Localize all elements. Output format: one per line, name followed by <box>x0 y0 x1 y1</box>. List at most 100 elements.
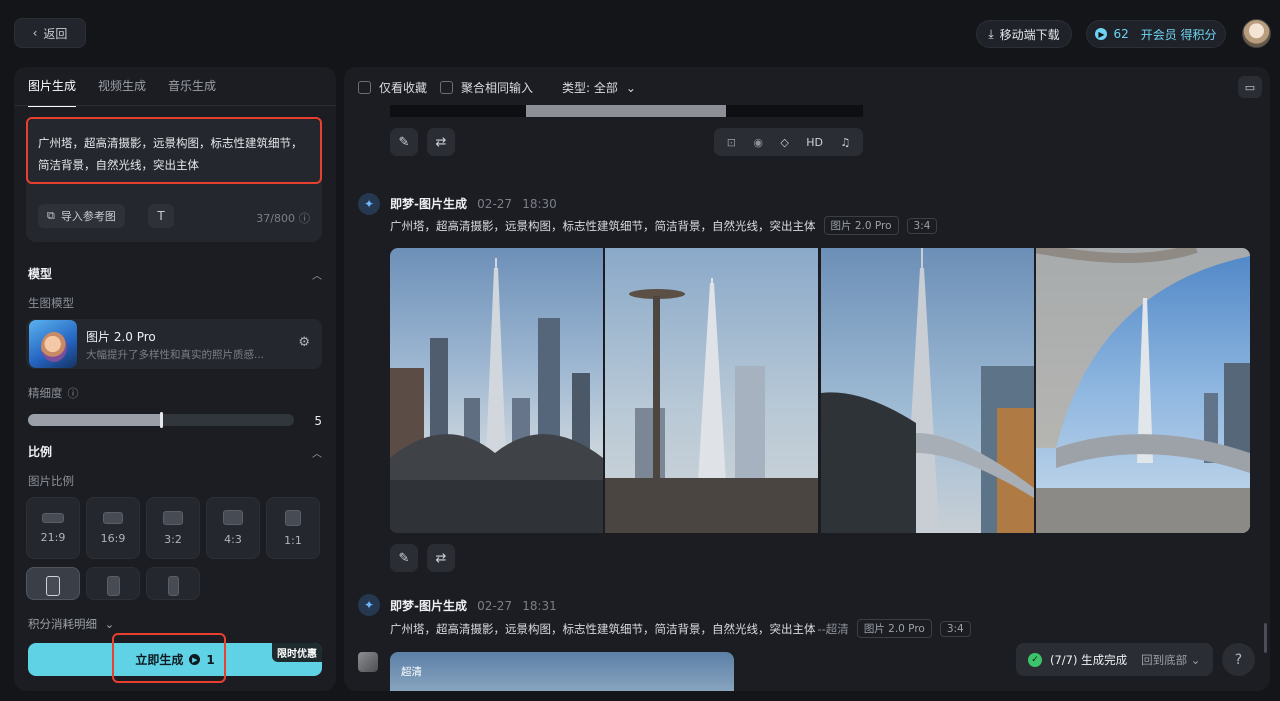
back-label: 返回 <box>43 26 68 41</box>
import-reference-label: 导入参考图 <box>60 210 116 223</box>
entry-header: 即梦-图片生成 02-27 18:30 <box>390 195 557 212</box>
entry-date: 02-27 <box>477 197 513 211</box>
ratio-section-title: 比例 <box>28 445 53 459</box>
favorites-checkbox[interactable] <box>358 81 371 94</box>
entry-date: 02-27 <box>477 599 513 613</box>
ratio-label: 21:9 <box>40 530 66 544</box>
back-to-bottom-button[interactable]: 回到底部 ⌄ <box>1141 652 1200 668</box>
entry-time: 18:30 <box>522 197 557 211</box>
ratio-tag: 3:4 <box>939 620 971 637</box>
image-upload-icon: ⧉ <box>47 209 55 222</box>
mobile-download-button[interactable]: ⤓ 移动端下载 <box>976 20 1072 48</box>
text-style-button[interactable]: T <box>148 204 174 228</box>
ratio-option-16-9[interactable]: 16:9 <box>86 497 140 559</box>
ratio-option-9-16[interactable] <box>146 567 200 600</box>
filter-favorites[interactable]: 仅看收藏 <box>358 79 427 96</box>
cost-detail-toggle[interactable]: 积分消耗明细 ⌄ <box>28 616 114 632</box>
vip-credits-button[interactable]: ▶ 62 开会员 得积分 <box>1086 20 1226 48</box>
ratio-shape-icon <box>167 576 179 596</box>
import-reference-button[interactable]: ⧉ 导入参考图 <box>38 204 125 228</box>
chevron-left-icon: ‹ <box>32 26 38 40</box>
help-button[interactable]: ? <box>1222 643 1255 676</box>
frame-icon[interactable]: ⊡ <box>727 136 736 149</box>
precision-slider-handle[interactable] <box>160 412 163 428</box>
ratio-option-21-9[interactable]: 21:9 <box>26 497 80 559</box>
pencil-icon: ✎ <box>398 134 410 150</box>
favorites-label: 仅看收藏 <box>379 81 428 95</box>
mobile-download-label: 移动端下载 <box>999 27 1060 42</box>
info-icon: ⓘ <box>67 387 79 400</box>
result-image-hd[interactable]: 超清 <box>390 652 734 691</box>
ratio-label: 16:9 <box>100 531 126 545</box>
check-icon: ✓ <box>1028 652 1042 667</box>
edit-button[interactable]: ✎ <box>390 544 418 572</box>
result-image-4[interactable] <box>1036 248 1250 533</box>
reference-thumbnail[interactable] <box>358 652 378 672</box>
precision-slider[interactable] <box>28 412 294 428</box>
ratio-option-3-4[interactable] <box>26 567 80 600</box>
ratio-option-2-3[interactable] <box>86 567 140 600</box>
type-filter-label: 类型: 全部 <box>562 81 618 95</box>
model-name: 图片 2.0 Pro <box>86 330 156 344</box>
ratio-shape-icon <box>106 576 120 596</box>
chevron-down-icon: ⌄ <box>1190 652 1201 667</box>
entry-prompt[interactable]: 广州塔，超高清摄影，远景构图，标志性建筑细节，简洁背景，自然光线，突出主体 <box>390 621 816 637</box>
ratio-shape-icon <box>285 509 301 526</box>
result-image-3[interactable] <box>821 248 1034 533</box>
entry-suffix: --超清 <box>817 621 849 636</box>
collapse-model-icon[interactable]: ︿ <box>312 267 322 282</box>
hd-button[interactable]: HD <box>806 136 823 149</box>
regenerate-button[interactable]: ⇄ <box>427 128 455 156</box>
vip-label: 开会员 得积分 <box>1140 27 1217 42</box>
ratio-shape-icon <box>223 510 243 525</box>
folder-button[interactable]: ▭ <box>1238 76 1262 98</box>
ratio-label: 1:1 <box>284 533 302 547</box>
cost-detail-label: 积分消耗明细 <box>28 617 97 631</box>
char-count: 37/800 ⓘ <box>256 210 310 226</box>
tab-divider <box>14 105 336 106</box>
filter-merge-same-input[interactable]: 聚合相同输入 <box>440 79 533 96</box>
music-icon[interactable]: ♫ <box>840 136 850 149</box>
result-image-2[interactable] <box>605 248 818 533</box>
status-text: (7/7) 生成完成 <box>1050 652 1128 667</box>
model-selector[interactable]: 图片 2.0 Pro 大幅提升了多样性和真实的照片质感... ⚙ <box>26 319 322 369</box>
prompt-highlight-box <box>26 117 322 184</box>
diamond-icon[interactable]: ◇ <box>780 136 788 149</box>
eye-icon[interactable]: ◉ <box>753 136 763 149</box>
ratio-shape-icon <box>46 576 60 596</box>
entry-time: 18:31 <box>522 599 557 613</box>
regenerate-button[interactable]: ⇄ <box>427 544 455 572</box>
ratio-option-3-2[interactable]: 3:2 <box>146 497 200 559</box>
tab-music[interactable]: 音乐生成 <box>168 77 216 107</box>
edit-button[interactable]: ✎ <box>390 128 418 156</box>
model-tag: 图片 2.0 Pro <box>856 619 932 638</box>
entry-prompt[interactable]: 广州塔，超高清摄影，远景构图，标志性建筑细节，简洁背景，自然光线，突出主体 <box>390 218 816 234</box>
video-progress-strip <box>390 105 863 117</box>
ratio-label: 4:3 <box>224 533 242 546</box>
ratio-option-4-3[interactable]: 4:3 <box>206 497 260 559</box>
precision-label-row: 精细度 ⓘ <box>28 385 79 401</box>
entry-header: 即梦-图片生成 02-27 18:31 <box>390 597 557 614</box>
credits-count: 62 <box>1113 27 1129 41</box>
collapse-ratio-icon[interactable]: ︿ <box>312 445 322 460</box>
tab-video[interactable]: 视频生成 <box>98 77 146 107</box>
user-avatar[interactable] <box>1242 19 1271 48</box>
model-thumbnail <box>29 320 77 368</box>
merge-label: 聚合相同输入 <box>461 81 534 95</box>
type-filter-dropdown[interactable]: 类型: 全部 ⌄ <box>562 79 636 96</box>
credit-coin-icon: ▶ <box>1095 28 1108 40</box>
scrollbar[interactable] <box>1264 623 1267 653</box>
ratio-label: 3:2 <box>164 532 182 546</box>
merge-checkbox[interactable] <box>440 81 453 94</box>
generate-highlight-box <box>112 633 226 683</box>
model-sub-label: 生图模型 <box>28 296 74 310</box>
entry-source: 即梦-图片生成 <box>390 599 467 613</box>
ratio-option-1-1[interactable]: 1:1 <box>266 497 320 559</box>
back-button[interactable]: ‹ 返回 <box>14 18 86 48</box>
entry-prompt-row: 广州塔，超高清摄影，远景构图，标志性建筑细节，简洁背景，自然光线，突出主体 --… <box>390 619 971 638</box>
sliders-icon[interactable]: ⚙ <box>298 335 310 350</box>
tab-image[interactable]: 图片生成 <box>28 77 77 107</box>
refresh-icon: ⇄ <box>435 134 447 150</box>
creation-tabs: 图片生成 视频生成 音乐生成 <box>28 77 216 107</box>
result-image-1[interactable] <box>390 248 603 533</box>
